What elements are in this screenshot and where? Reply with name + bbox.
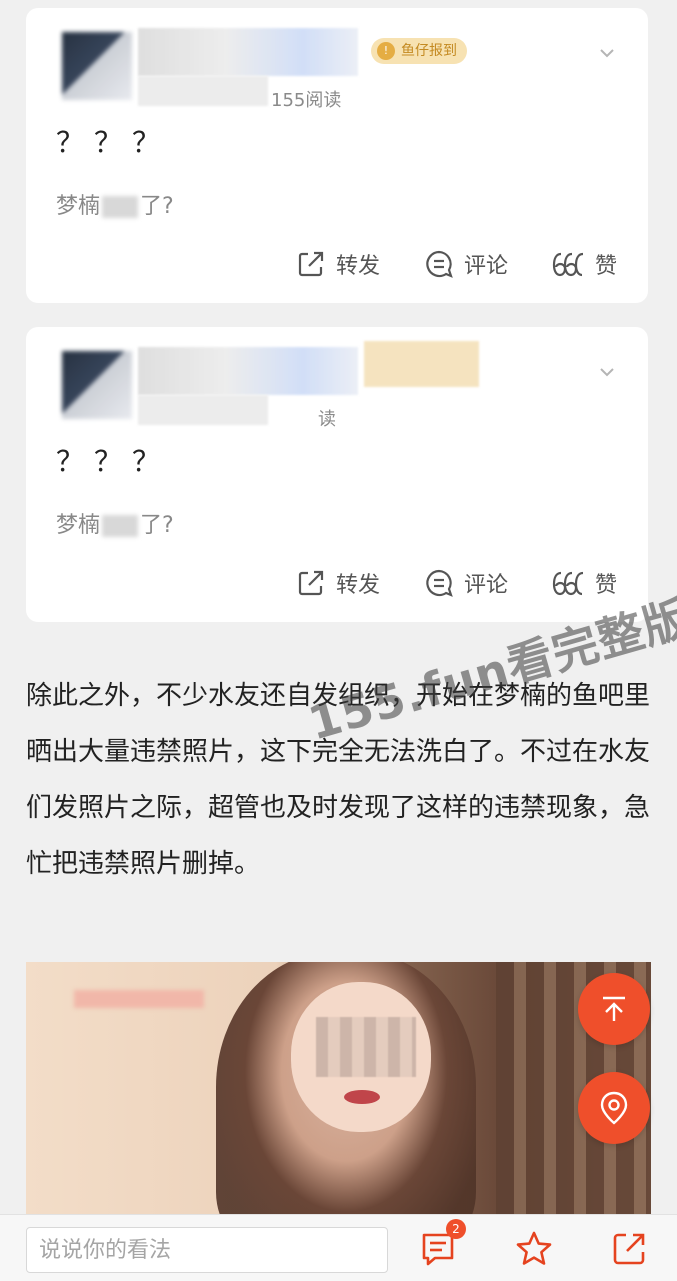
like-666-icon xyxy=(552,252,584,277)
post-subtitle-prefix: 梦楠 xyxy=(56,194,101,219)
share-icon xyxy=(298,570,324,596)
comment-icon xyxy=(426,250,453,278)
share-button[interactable]: 转发 xyxy=(296,244,380,284)
arrow-up-icon xyxy=(603,996,625,1021)
badge-label: 鱼仔报到 xyxy=(401,43,457,59)
image-mosaic xyxy=(316,1017,416,1077)
comment-count-badge: 2 xyxy=(446,1219,466,1239)
post-subtitle: 梦楠 了? xyxy=(56,188,174,220)
avatar[interactable] xyxy=(62,351,132,419)
post-subtitle-suffix: 了? xyxy=(140,513,174,538)
image-lips xyxy=(344,1090,380,1104)
post-subtitle-suffix: 了? xyxy=(140,194,174,219)
star-icon xyxy=(516,1231,552,1265)
share-label: 转发 xyxy=(336,254,381,279)
like-button[interactable]: 赞 xyxy=(551,244,617,284)
like-label: 赞 xyxy=(595,573,618,598)
comment-label: 评论 xyxy=(464,254,509,279)
read-count: 155阅读 xyxy=(271,90,342,111)
post-actions: 转发 评论 赞 xyxy=(296,244,626,284)
share-icon xyxy=(298,251,324,277)
share-icon xyxy=(613,1233,645,1265)
blurred-text xyxy=(102,196,139,218)
comment-label: 评论 xyxy=(464,573,509,598)
badge-blurred xyxy=(364,341,479,387)
comment-button[interactable]: 评论 xyxy=(424,244,508,284)
comment-icon xyxy=(426,569,453,597)
user-meta-blurred xyxy=(138,395,268,425)
favorite-button[interactable] xyxy=(512,1227,556,1271)
post-card[interactable]: 读 ？？？ 梦楠 了? 转发 评论 赞 xyxy=(26,327,648,622)
post-title: ？？？ xyxy=(56,445,171,478)
user-meta-blurred xyxy=(138,76,268,106)
like-label: 赞 xyxy=(595,254,618,279)
post-actions: 转发 评论 赞 xyxy=(296,563,626,603)
like-button[interactable]: 赞 xyxy=(551,563,617,603)
article-image[interactable] xyxy=(26,962,651,1214)
post-card[interactable]: ! 鱼仔报到 155阅读 ？？？ 梦楠 了? 转发 评论 赞 xyxy=(26,8,648,303)
username-blurred xyxy=(138,28,358,76)
comment-button[interactable]: 评论 xyxy=(424,563,508,603)
comments-button[interactable]: 2 xyxy=(416,1219,466,1271)
post-title: ？？？ xyxy=(56,126,171,159)
share-button[interactable]: 转发 xyxy=(296,563,380,603)
user-badge: ! 鱼仔报到 xyxy=(371,38,467,64)
badge-icon: ! xyxy=(377,42,395,60)
read-count: 读 xyxy=(318,409,336,430)
blurred-text xyxy=(102,515,139,537)
post-subtitle: 梦楠 了? xyxy=(56,507,174,539)
image-blurred-tag xyxy=(74,990,204,1008)
share-label: 转发 xyxy=(336,573,381,598)
scroll-to-top-button[interactable] xyxy=(578,973,650,1045)
avatar[interactable] xyxy=(62,32,132,100)
chevron-down-icon[interactable] xyxy=(600,365,614,379)
username-blurred xyxy=(138,347,358,395)
map-pin-icon xyxy=(600,1091,628,1125)
like-666-icon xyxy=(552,571,584,596)
comment-input[interactable] xyxy=(26,1227,388,1273)
share-button[interactable] xyxy=(607,1227,651,1271)
location-button[interactable] xyxy=(578,1072,650,1144)
post-subtitle-prefix: 梦楠 xyxy=(56,513,101,538)
bottom-action-bar: 2 xyxy=(0,1214,677,1281)
chevron-down-icon[interactable] xyxy=(600,46,614,60)
